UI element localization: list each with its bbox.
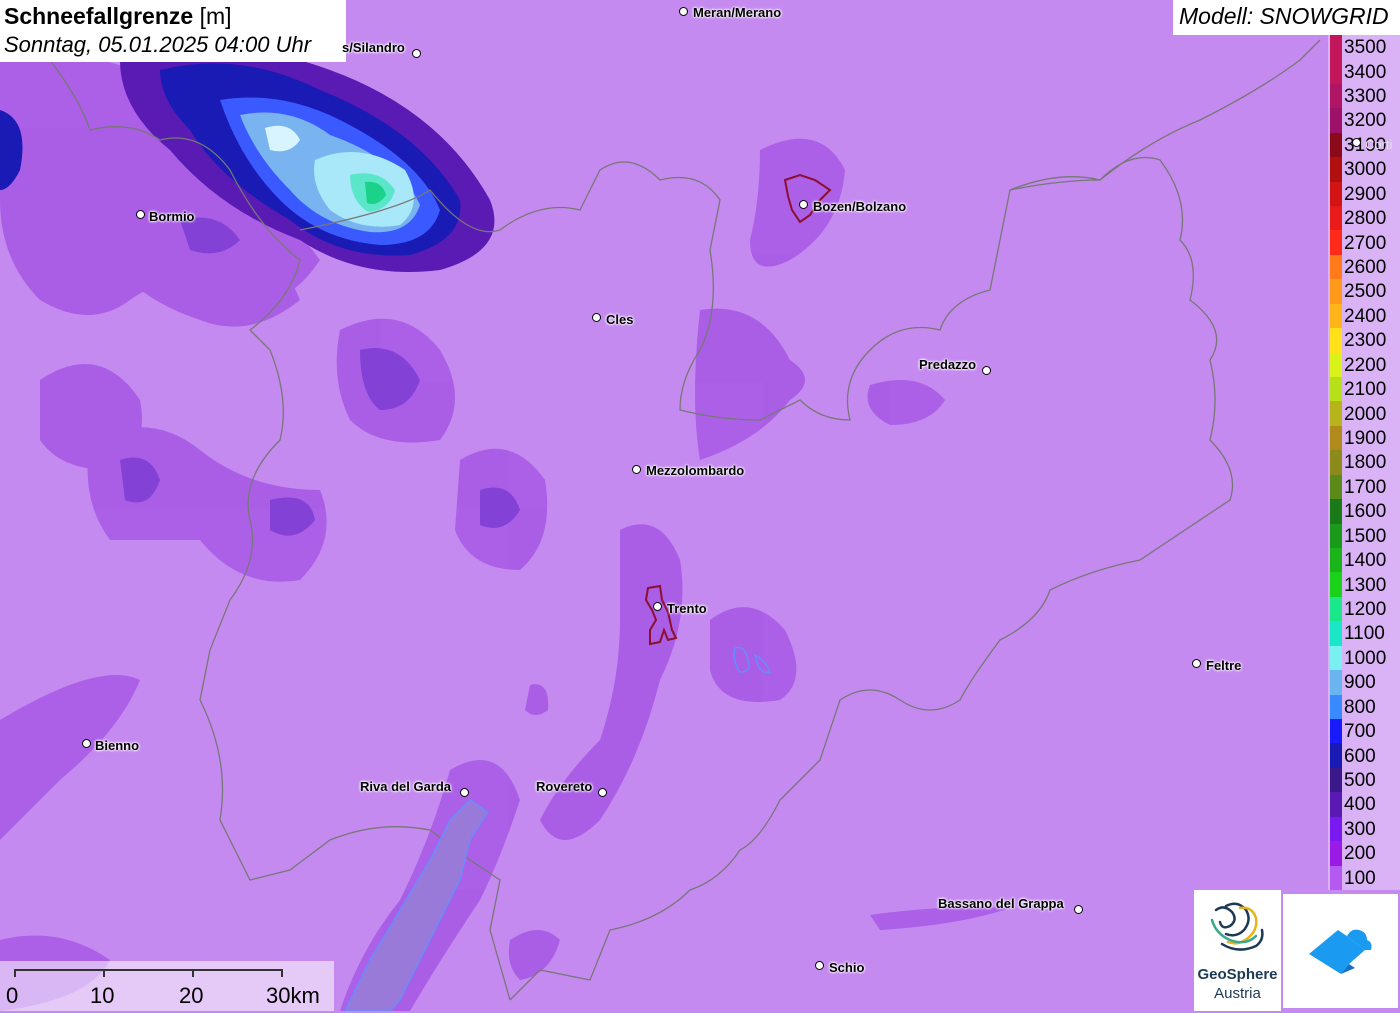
city-marker[interactable] (592, 313, 601, 322)
legend-row: 2200 (1328, 343, 1400, 377)
city-marker[interactable] (598, 788, 607, 797)
legend-row: 1300 (1328, 562, 1400, 597)
geosphere-logo[interactable]: GeoSphere Austria (1194, 890, 1281, 1011)
city-marker[interactable] (815, 961, 824, 970)
legend-row: 2900 (1328, 172, 1400, 206)
legend-row: 1500 (1328, 514, 1400, 548)
legend-row: 200 (1328, 831, 1400, 866)
cloud-arrow-icon (1309, 929, 1372, 974)
scale-label-30: 30km (266, 983, 320, 1008)
geosphere-name: GeoSphere (1197, 966, 1278, 983)
city-label[interactable]: Bassano del Grappa (938, 896, 1064, 911)
title-datetime: Sonntag, 05.01.2025 04:00 Uhr (4, 32, 312, 57)
legend-row: 300 (1328, 807, 1400, 842)
city-marker[interactable] (679, 7, 688, 16)
legend-row: 700 (1328, 709, 1400, 744)
scale-label-20: 20 (179, 983, 204, 1008)
title-panel: Schneefallgrenze [m] Sonntag, 05.01.2025… (0, 0, 346, 62)
legend-row: 2100 (1328, 367, 1400, 402)
scale-label-10: 10 (90, 983, 115, 1008)
city-label[interactable]: Bormio (149, 209, 195, 224)
scale-bar: 0 10 20 30km (0, 961, 334, 1011)
legend-label: 100 (1344, 867, 1376, 889)
legend-row: 100 (1328, 856, 1400, 890)
legend-row: 2300 (1328, 318, 1400, 353)
legend-row: 3300 (1328, 74, 1400, 109)
city-label[interactable]: Schio (829, 960, 864, 975)
legend-row: 2800 (1328, 196, 1400, 231)
city-marker[interactable] (653, 602, 662, 611)
city-label[interactable]: Corti (1365, 137, 1392, 152)
legend-row: 2500 (1328, 269, 1400, 304)
city-marker[interactable] (632, 465, 641, 474)
legend-row: 1200 (1328, 587, 1400, 622)
legend-row: 2000 (1328, 391, 1400, 426)
legend-row: 800 (1328, 685, 1400, 719)
title-unit: [m] (199, 3, 232, 29)
scale-tick (103, 969, 105, 977)
city-label[interactable]: Predazzo (919, 357, 976, 372)
legend-swatch (1330, 865, 1342, 890)
color-legend: 3500 3400 3300 3200 3100 3000 2900 2800 2700 2600… (1328, 35, 1400, 890)
city-marker[interactable] (982, 366, 991, 375)
scale-tick (14, 969, 16, 977)
city-label[interactable]: Feltre (1206, 658, 1241, 673)
city-marker[interactable] (1352, 138, 1361, 147)
scale-tick (192, 969, 194, 977)
legend-row: 1000 (1328, 636, 1400, 671)
legend-row: 1800 (1328, 440, 1400, 475)
map-canvas[interactable] (0, 0, 1400, 1011)
city-marker[interactable] (799, 200, 808, 209)
scale-line (14, 969, 283, 971)
legend-row: 1100 (1328, 611, 1400, 646)
legend-row: 3400 (1328, 49, 1400, 84)
legend-row: 1700 (1328, 465, 1400, 500)
scale-label-0: 0 (6, 983, 19, 1008)
city-label[interactable]: Bozen/Bolzano (813, 199, 906, 214)
legend-row: 400 (1328, 782, 1400, 817)
city-label[interactable]: Meran/Merano (693, 5, 781, 20)
city-label[interactable]: Rovereto (536, 779, 592, 794)
geosphere-sub: Austria (1214, 985, 1261, 1002)
scale-tick (281, 969, 283, 977)
city-marker[interactable] (136, 210, 145, 219)
title-parameter: Schneefallgrenze (4, 3, 194, 29)
city-marker[interactable] (82, 739, 91, 748)
city-label[interactable]: s/Silandro (342, 40, 405, 55)
legend-row: 500 (1328, 758, 1400, 793)
city-marker[interactable] (1074, 905, 1083, 914)
app-logo[interactable] (1283, 894, 1398, 1008)
legend-row: 600 (1328, 733, 1400, 768)
city-label[interactable]: Riva del Garda (360, 779, 451, 794)
legend-row: 3200 (1328, 98, 1400, 133)
legend-row: 2700 (1328, 220, 1400, 255)
legend-row: 2400 (1328, 294, 1400, 329)
legend-row: 3500 (1328, 25, 1400, 60)
geosphere-emblem-icon (1210, 902, 1264, 951)
city-label[interactable]: Mezzolombardo (646, 463, 744, 478)
city-marker[interactable] (412, 49, 421, 58)
city-label[interactable]: Bienno (95, 738, 139, 753)
legend-row: 1900 (1328, 416, 1400, 451)
city-label[interactable]: Cles (606, 312, 633, 327)
city-label[interactable]: Trento (667, 601, 707, 616)
city-marker[interactable] (460, 788, 469, 797)
city-marker[interactable] (1192, 659, 1201, 668)
legend-row: 1600 (1328, 489, 1400, 524)
legend-row: 900 (1328, 660, 1400, 695)
legend-row: 2600 (1328, 245, 1400, 280)
legend-row: 1400 (1328, 538, 1400, 573)
